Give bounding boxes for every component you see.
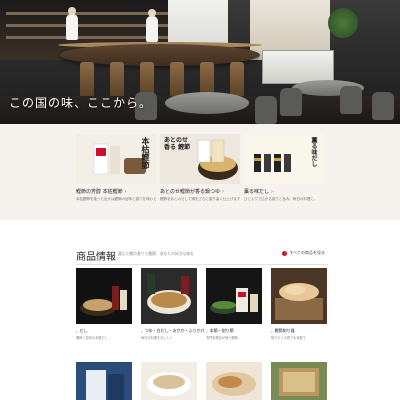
product-illustration [279, 368, 319, 396]
product-name: › 鰹節削り器 [271, 328, 295, 334]
hero-stool [200, 62, 214, 108]
chevron-right-icon: › [271, 328, 273, 334]
product-card-row2[interactable] [271, 362, 327, 400]
product-name: › つゆ・白だし・おかか・ふりかけ [141, 328, 205, 334]
product-illustration [147, 372, 191, 396]
chevron-right-icon: › [206, 328, 208, 334]
product-desc: 削りたての香りを家庭で [271, 336, 307, 340]
chevron-right-icon: › [282, 250, 288, 256]
product-image [206, 268, 262, 324]
hero-stool [230, 62, 244, 108]
chevron-right-icon: › [221, 188, 224, 195]
section-title: 商品情報 [76, 252, 116, 263]
hero-plant [328, 8, 358, 38]
feature-card-nabetsuyu[interactable]: あとのせ 香る 鰹節 あとのせ鰹節が香る鍋つゆ › 鰹節をあとのせして鍋をさらに… [160, 134, 240, 202]
product-card-honbushi[interactable]: › 本節・削り節 専門料理店が使う鰹節 [206, 268, 262, 341]
hero-stool [170, 62, 184, 108]
feature-image-text: あとのせ 香る 鰹節 [164, 137, 191, 151]
hero-display-case [262, 50, 334, 84]
products-section: 商品情報 選んだ鰹の香りと鰹節、あなたの好きな味を › すべての商品を見る › … [0, 220, 400, 400]
chevron-right-icon: › [141, 328, 143, 334]
hero-stool [110, 62, 124, 108]
product-desc: 毎日の料理をおいしく [141, 336, 173, 340]
product-illustration [147, 274, 191, 314]
feature-image-text: 薫る味だし [310, 137, 317, 167]
section-subtitle: 選んだ鰹の香りと鰹節、あなたの好きな味を [118, 251, 194, 256]
product-illustration [275, 283, 323, 320]
section-divider [76, 264, 328, 265]
product-desc: 鰹節と昆布の本格だし [76, 336, 108, 340]
product-card-dashi[interactable]: › だし 鰹節と昆布の本格だし [76, 268, 132, 341]
hero-chair [372, 92, 394, 120]
hero-chair [280, 88, 302, 116]
product-card-row2[interactable] [141, 362, 197, 400]
feature-image: 薫る味だし [244, 134, 324, 184]
product-name: › だし [76, 328, 88, 334]
hero-chair [255, 96, 277, 124]
product-image [76, 268, 132, 324]
chevron-right-icon: › [271, 188, 274, 195]
feature-image-text: 本枯鰹節 [141, 137, 151, 169]
product-desc: 専門料理店が使う鰹節 [206, 336, 238, 340]
feature-card-kaoru[interactable]: 薫る味だし 薫る味だし › ひとふりで広がる香りと旨み。毎日の料理に。 [244, 134, 324, 202]
feature-title: あとのせ鰹節が香る鍋つゆ › [160, 188, 224, 196]
product-name: › 本節・削り節 [206, 328, 234, 334]
feature-section: 本枯鰹節 鰹節の芳醇 本枯鰹節 › 本枯鰹節を使った出汁は鰹節の旨味と香りを味わ… [0, 124, 400, 220]
feature-desc: 本枯鰹節を使った出汁は鰹節の旨味と香りを味わえます。 [76, 197, 156, 201]
product-card-tsuyu[interactable]: › つゆ・白だし・おかか・ふりかけ 毎日の料理をおいしく [141, 268, 205, 341]
product-card-row2[interactable] [206, 362, 262, 400]
product-illustration [212, 372, 256, 396]
feature-title: 鰹節の芳醇 本枯鰹節 › [76, 188, 127, 196]
product-card-kezuriki[interactable]: › 鰹節削り器 削りたての香りを家庭で [271, 268, 327, 341]
hero-caption: この国の味、ここから。 [9, 96, 153, 110]
hero-stool [140, 62, 154, 108]
feature-image: あとのせ 香る 鰹節 [160, 134, 240, 184]
feature-image: 本枯鰹節 [76, 134, 156, 184]
feature-desc: ひとふりで広がる香りと旨み。毎日の料理に。 [244, 197, 318, 201]
feature-card-honkare[interactable]: 本枯鰹節 鰹節の芳醇 本枯鰹節 › 本枯鰹節を使った出汁は鰹節の旨味と香りを味わ… [76, 134, 156, 202]
hero-chair [340, 86, 362, 114]
hero-table [165, 92, 249, 114]
page: この国の味、ここから。 本枯鰹節 鰹節の芳醇 本枯鰹節 › 本枯鰹節を使った出汁… [0, 0, 400, 400]
product-illustration [210, 288, 258, 314]
product-illustration [86, 370, 124, 400]
product-image [271, 268, 327, 324]
hero-banner: この国の味、ここから。 [0, 0, 400, 124]
view-all-link[interactable]: › すべての商品を見る [282, 250, 325, 256]
chevron-right-icon: › [76, 328, 78, 334]
feature-desc: 鰹節をあとのせして鍋をさらに香り高く仕上げます。 [160, 197, 240, 201]
chevron-right-icon: › [124, 188, 127, 195]
product-illustration [80, 286, 127, 316]
hero-chef [66, 7, 78, 40]
hero-stool [80, 62, 94, 108]
product-card-row2[interactable] [76, 362, 132, 400]
feature-title: 薫る味だし › [244, 188, 274, 196]
product-image [141, 268, 197, 324]
hero-chef [146, 9, 158, 42]
